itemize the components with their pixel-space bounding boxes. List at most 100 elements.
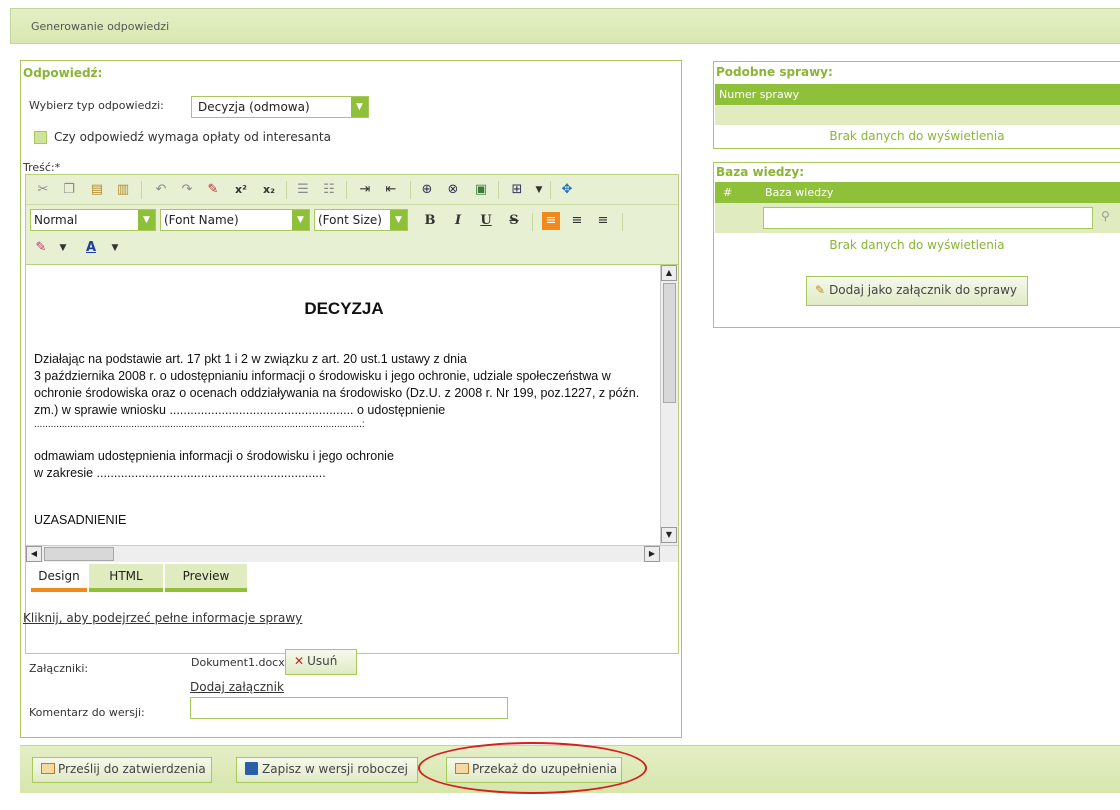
unordered-list-icon[interactable]: ☷ bbox=[320, 181, 338, 199]
attachment-file-name: Dokument1.docx bbox=[191, 656, 285, 669]
document-line: UZASADNIENIE bbox=[34, 513, 127, 527]
envelope-icon bbox=[41, 763, 55, 774]
fee-checkbox[interactable] bbox=[34, 131, 47, 144]
content-label: Treść:* bbox=[23, 161, 61, 174]
insert-table-icon[interactable]: ⊞ bbox=[508, 181, 526, 199]
align-center-icon[interactable]: ≡ bbox=[568, 212, 586, 230]
add-attachment-link[interactable]: Dodaj załącznik bbox=[190, 680, 284, 694]
similar-cases-empty: Brak danych do wyświetlenia bbox=[829, 129, 1005, 143]
filter-icon[interactable]: ⚲ bbox=[1101, 209, 1110, 223]
attachments-label: Załączniki: bbox=[29, 662, 89, 675]
font-name-select[interactable]: (Font Name) ▼ bbox=[160, 209, 310, 231]
close-icon: ✕ bbox=[294, 654, 305, 668]
chevron-down-icon: ▼ bbox=[138, 210, 155, 230]
document-line: Działając na podstawie art. 17 pkt 1 i 2… bbox=[34, 352, 467, 366]
insert-image-icon[interactable]: ▣ bbox=[472, 181, 490, 199]
similar-cases-panel: Podobne sprawy: Numer sprawy Brak danych… bbox=[713, 61, 1120, 149]
column-header-index: # bbox=[723, 186, 733, 199]
toolbar-separator bbox=[622, 213, 623, 231]
paste-text-icon[interactable]: ▥ bbox=[114, 181, 132, 199]
toolbar-separator bbox=[532, 213, 533, 231]
paragraph-style-select[interactable]: Normal ▼ bbox=[30, 209, 156, 231]
editor-toolbar-format: Normal ▼ (Font Name) ▼ (Font Size) ▼ B I… bbox=[26, 205, 678, 265]
ordered-list-icon[interactable]: ☰ bbox=[294, 181, 312, 199]
knowledge-base-header: # Baza wiedzy bbox=[715, 182, 1120, 203]
font-name-value: (Font Name) bbox=[164, 213, 239, 227]
submit-for-approval-label: Prześlij do zatwierdzenia bbox=[58, 762, 206, 776]
toolbar-separator bbox=[550, 181, 551, 199]
bold-button[interactable]: B bbox=[420, 211, 440, 231]
scrollbar-thumb[interactable] bbox=[44, 547, 114, 561]
fullscreen-icon[interactable]: ✥ bbox=[558, 181, 576, 199]
save-draft-button[interactable]: Zapisz w wersji roboczej bbox=[236, 757, 418, 783]
knowledge-base-panel: Baza wiedzy: # Baza wiedzy ⚲ Brak danych… bbox=[713, 162, 1120, 328]
toolbar-separator bbox=[498, 181, 499, 199]
scrollbar-thumb[interactable] bbox=[663, 283, 676, 403]
remove-link-icon[interactable]: ⊗ bbox=[444, 181, 462, 199]
remove-attachment-button[interactable]: ✕ Usuń bbox=[285, 649, 357, 675]
underline-button[interactable]: U bbox=[476, 211, 496, 231]
document-line: 3 października 2008 r. o udostępnianiu i… bbox=[34, 369, 611, 383]
toolbar-separator bbox=[410, 181, 411, 199]
knowledge-base-empty: Brak danych do wyświetlenia bbox=[829, 238, 1005, 252]
tab-preview[interactable]: Preview bbox=[165, 564, 247, 592]
tab-html[interactable]: HTML bbox=[89, 564, 163, 592]
paste-icon[interactable]: ▤ bbox=[88, 181, 106, 199]
chevron-down-icon[interactable]: ▼ bbox=[106, 239, 124, 257]
chevron-down-icon[interactable]: ▼ bbox=[54, 239, 72, 257]
font-color-icon[interactable]: A bbox=[82, 239, 100, 257]
add-as-attachment-button[interactable]: ✎ Dodaj jako załącznik do sprawy bbox=[806, 276, 1028, 306]
response-type-label: Wybierz typ odpowiedzi: bbox=[29, 99, 164, 112]
similar-cases-header: Numer sprawy bbox=[715, 84, 1120, 105]
align-right-icon[interactable]: ≡ bbox=[594, 212, 612, 230]
editor-content-area[interactable]: DECYZJA Działając na podstawie art. 17 p… bbox=[30, 265, 658, 545]
redo-icon[interactable]: ↷ bbox=[178, 181, 196, 199]
chevron-down-icon: ▼ bbox=[351, 97, 368, 117]
toolbar-separator bbox=[141, 181, 142, 199]
insert-link-icon[interactable]: ⊕ bbox=[418, 181, 436, 199]
similar-cases-filter-row bbox=[715, 105, 1120, 125]
cut-icon[interactable]: ✂ bbox=[34, 181, 52, 199]
copy-icon[interactable]: ❐ bbox=[60, 181, 78, 199]
scroll-down-icon[interactable]: ▼ bbox=[661, 527, 677, 543]
superscript-icon[interactable]: x² bbox=[232, 181, 250, 199]
toolbar-separator bbox=[286, 181, 287, 199]
highlight-ellipse bbox=[418, 742, 647, 794]
pencil-icon: ✎ bbox=[815, 283, 826, 297]
scroll-up-icon[interactable]: ▲ bbox=[661, 265, 677, 281]
similar-cases-title: Podobne sprawy: bbox=[716, 65, 833, 79]
strikethrough-button[interactable]: S bbox=[504, 211, 524, 231]
version-comment-input[interactable] bbox=[190, 697, 508, 719]
knowledge-base-filter-row: ⚲ bbox=[715, 203, 1120, 233]
align-left-icon[interactable]: ≡ bbox=[542, 212, 560, 230]
scroll-left-icon[interactable]: ◀ bbox=[26, 546, 42, 562]
page-header-bar: Generowanie odpowiedzi bbox=[10, 8, 1120, 44]
indent-icon[interactable]: ⇥ bbox=[356, 181, 374, 199]
page-title: Generowanie odpowiedzi bbox=[31, 20, 170, 33]
subscript-icon[interactable]: x₂ bbox=[260, 181, 278, 199]
undo-icon[interactable]: ↶ bbox=[152, 181, 170, 199]
remove-attachment-label: Usuń bbox=[307, 654, 338, 668]
highlight-color-icon[interactable]: ✎ bbox=[32, 239, 50, 257]
scroll-right-icon[interactable]: ▶ bbox=[644, 546, 660, 562]
editor-vertical-scrollbar[interactable]: ▲ ▼ bbox=[660, 265, 678, 545]
knowledge-base-filter-input[interactable] bbox=[763, 207, 1093, 229]
chevron-down-icon[interactable]: ▼ bbox=[530, 181, 548, 199]
response-panel-title: Odpowiedź: bbox=[23, 66, 103, 80]
chevron-down-icon: ▼ bbox=[390, 210, 407, 230]
font-size-value: (Font Size) bbox=[318, 213, 382, 227]
add-as-attachment-label: Dodaj jako załącznik do sprawy bbox=[829, 283, 1017, 297]
italic-button[interactable]: I bbox=[448, 211, 468, 231]
column-header-case-number[interactable]: Numer sprawy bbox=[719, 88, 799, 101]
column-header-knowledge-base[interactable]: Baza wiedzy bbox=[765, 182, 833, 203]
editor-horizontal-scrollbar[interactable]: ◀ ▶ bbox=[26, 545, 678, 562]
case-details-link[interactable]: Kliknij, aby podejrzeć pełne informacje … bbox=[23, 611, 302, 625]
document-line: odmawiam udostępnienia informacji o środ… bbox=[34, 449, 394, 463]
spellcheck-icon[interactable]: ✎ bbox=[204, 181, 222, 199]
document-line: ........................................… bbox=[34, 419, 365, 430]
tab-design[interactable]: Design bbox=[31, 564, 87, 592]
font-size-select[interactable]: (Font Size) ▼ bbox=[314, 209, 408, 231]
outdent-icon[interactable]: ⇤ bbox=[382, 181, 400, 199]
submit-for-approval-button[interactable]: Prześlij do zatwierdzenia bbox=[32, 757, 212, 783]
response-type-select[interactable]: Decyzja (odmowa) ▼ bbox=[191, 96, 369, 118]
